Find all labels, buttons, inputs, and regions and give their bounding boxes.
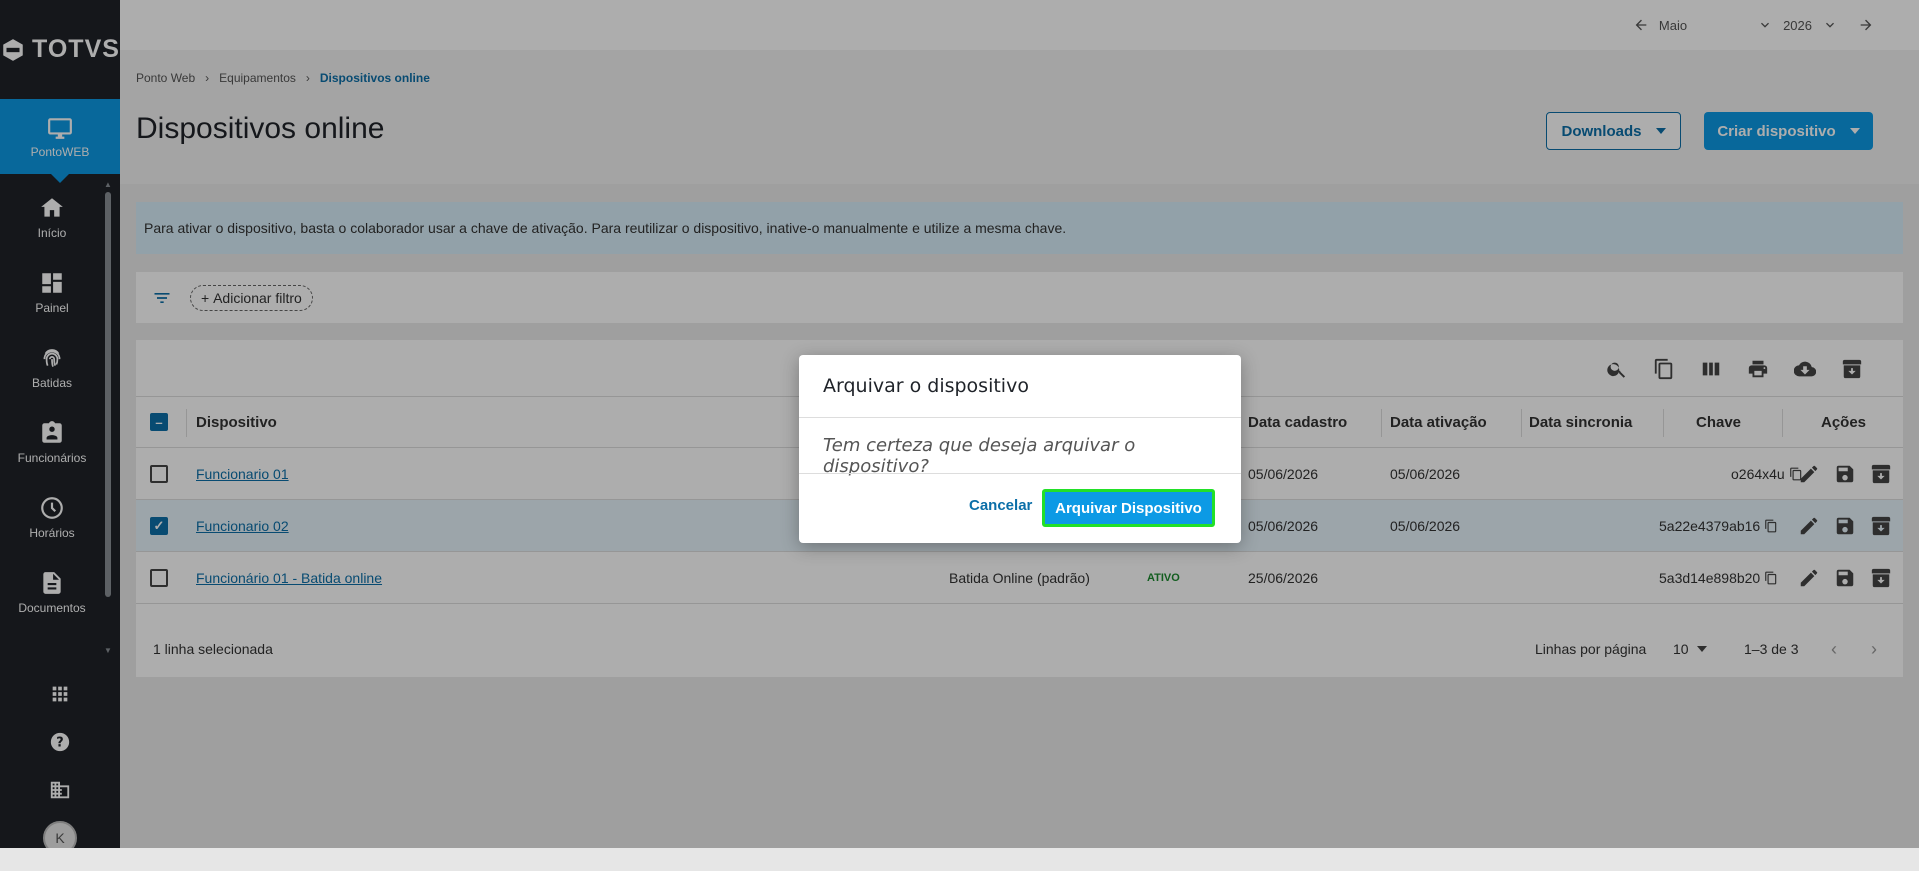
bottom-strip [0, 848, 1919, 871]
dialog-message: Tem certeza que deseja arquivar o dispos… [823, 435, 1136, 477]
cancel-button[interactable]: Cancelar [969, 497, 1032, 514]
dialog-title: Arquivar o dispositivo [823, 375, 1029, 397]
dialog-divider [799, 417, 1241, 418]
archive-device-button[interactable]: Arquivar Dispositivo [1042, 489, 1215, 527]
dialog-divider [799, 473, 1241, 474]
archive-dialog: Arquivar o dispositivo Tem certeza que d… [799, 355, 1241, 543]
